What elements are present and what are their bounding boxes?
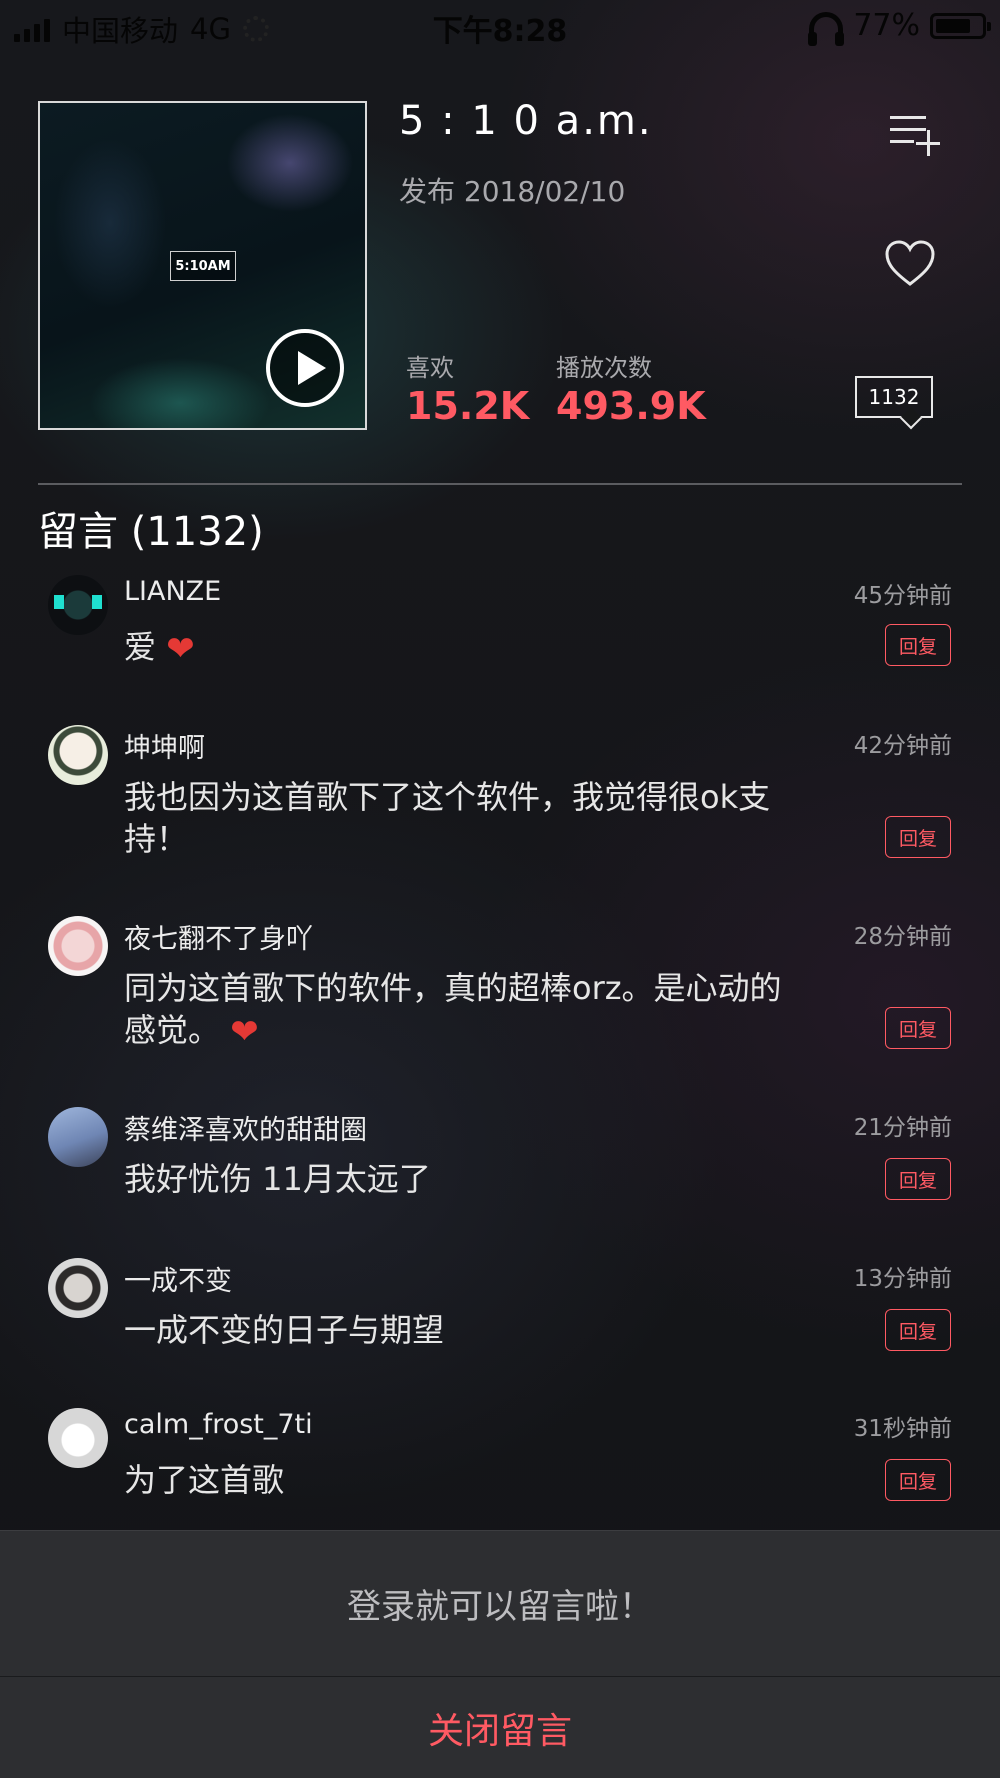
avatar[interactable] [48,1107,108,1167]
heart-emoji: ❤ [166,629,195,669]
comment-username: 蔡维泽喜欢的甜甜圈 [124,1115,367,1146]
heart-emoji: ❤ [230,1012,259,1052]
avatar[interactable] [48,1258,108,1318]
close-comments-button[interactable]: 关闭留言 [0,1676,1000,1778]
likes-label: 喜欢 [406,354,454,382]
play-button[interactable] [266,329,344,407]
comment-username: 坤坤啊 [124,733,205,764]
reply-button[interactable]: 回复 [885,1158,951,1200]
avatar[interactable] [48,916,108,976]
avatar[interactable] [48,575,108,635]
song-title: 5 : 1 0 a.m. [399,98,653,144]
add-to-playlist-icon[interactable] [890,114,942,156]
comment-text-content: 同为这首歌下的软件，真的超棒orz。是心动的感觉。 [124,969,782,1049]
comment-time: 21分钟前 [853,1115,952,1141]
comments-title: 留言 (1132) [38,509,264,555]
battery-icon [930,12,991,39]
comment-text-content: 爱 [124,628,157,666]
reply-button[interactable]: 回复 [885,1309,951,1351]
reply-button[interactable]: 回复 [885,816,951,858]
album-cover[interactable]: 5:10AM [38,101,367,430]
comment-time: 45分钟前 [853,583,952,609]
comment-text: 我也因为这首歌下了这个软件，我觉得很ok支持！ [124,778,771,858]
comment-username: 一成不变 [124,1266,232,1297]
battery-percent: 77% [853,8,920,43]
comment-username: 夜七翻不了身吖 [124,924,313,955]
comment-username: calm_frost_7ti [124,1409,313,1440]
plays-label: 播放次数 [556,354,652,382]
headphone-icon [808,11,845,46]
comment-count: 1132 [868,385,920,409]
comment-count-icon[interactable]: 1132 [855,376,933,418]
login-to-comment-button[interactable]: 登录就可以留言啦！ [0,1530,1000,1676]
bottom-sheet: 登录就可以留言啦！ 关闭留言 [0,1530,1000,1778]
avatar[interactable] [48,1408,108,1468]
divider [38,483,962,485]
comment-time: 13分钟前 [853,1266,952,1292]
play-icon [298,351,326,385]
comment-username: LIANZE [124,576,222,607]
comment-time: 28分钟前 [853,924,952,950]
comment-text: 爱 ❤ [124,626,804,670]
reply-button[interactable]: 回复 [885,624,951,666]
heart-icon[interactable] [884,238,936,290]
reply-button[interactable]: 回复 [885,1007,951,1049]
comment-time: 31秒钟前 [853,1416,952,1442]
status-bar: 中国移动 4G 下午8:28 77% [0,0,1000,50]
plays-value: 493.9K [556,384,706,428]
comment-text: 我好忧伤 11月太远了 [124,1160,431,1198]
likes-value: 15.2K [406,384,530,428]
comment-text: 为了这首歌 [124,1461,285,1499]
avatar[interactable] [48,725,108,785]
comment-text: 一成不变的日子与期望 [124,1311,445,1349]
reply-button[interactable]: 回复 [885,1459,951,1501]
comment-text: 同为这首歌下的软件，真的超棒orz。是心动的感觉。 ❤ [124,967,804,1053]
release-date: 发布 2018/02/10 [399,175,626,208]
cover-label: 5:10AM [170,251,236,281]
comment-time: 42分钟前 [853,733,952,759]
